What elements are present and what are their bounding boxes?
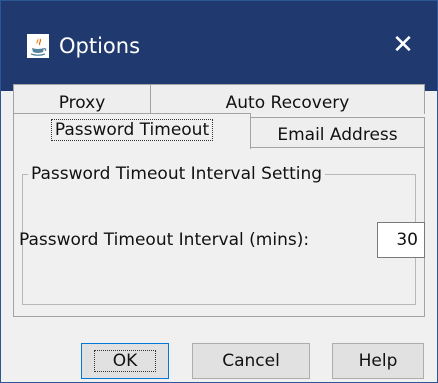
tab-content-panel: Password Timeout Interval Setting Passwo… bbox=[13, 147, 425, 317]
close-button[interactable]: ✕ bbox=[385, 27, 421, 63]
window-title: Options bbox=[59, 34, 141, 58]
group-title: Password Timeout Interval Setting bbox=[28, 162, 326, 186]
tab-proxy[interactable]: Proxy bbox=[13, 84, 151, 114]
cancel-button[interactable]: Cancel bbox=[192, 343, 310, 379]
title-bar[interactable]: Options ✕ bbox=[1, 1, 437, 91]
tab-password-timeout[interactable]: Password Timeout bbox=[13, 113, 251, 149]
java-icon bbox=[27, 34, 49, 58]
timeout-interval-input[interactable] bbox=[377, 222, 425, 258]
timeout-interval-label: Password Timeout Interval (mins): bbox=[19, 230, 310, 250]
options-dialog: Options ✕ Proxy Auto Recovery Password T… bbox=[0, 0, 438, 383]
help-button[interactable]: Help bbox=[332, 343, 424, 379]
ok-button[interactable]: OK bbox=[81, 343, 169, 379]
tab-email-address[interactable]: Email Address bbox=[250, 117, 425, 149]
ok-button-label: OK bbox=[93, 350, 157, 372]
tab-auto-recovery[interactable]: Auto Recovery bbox=[150, 84, 425, 114]
tab-password-timeout-label: Password Timeout bbox=[50, 119, 214, 141]
